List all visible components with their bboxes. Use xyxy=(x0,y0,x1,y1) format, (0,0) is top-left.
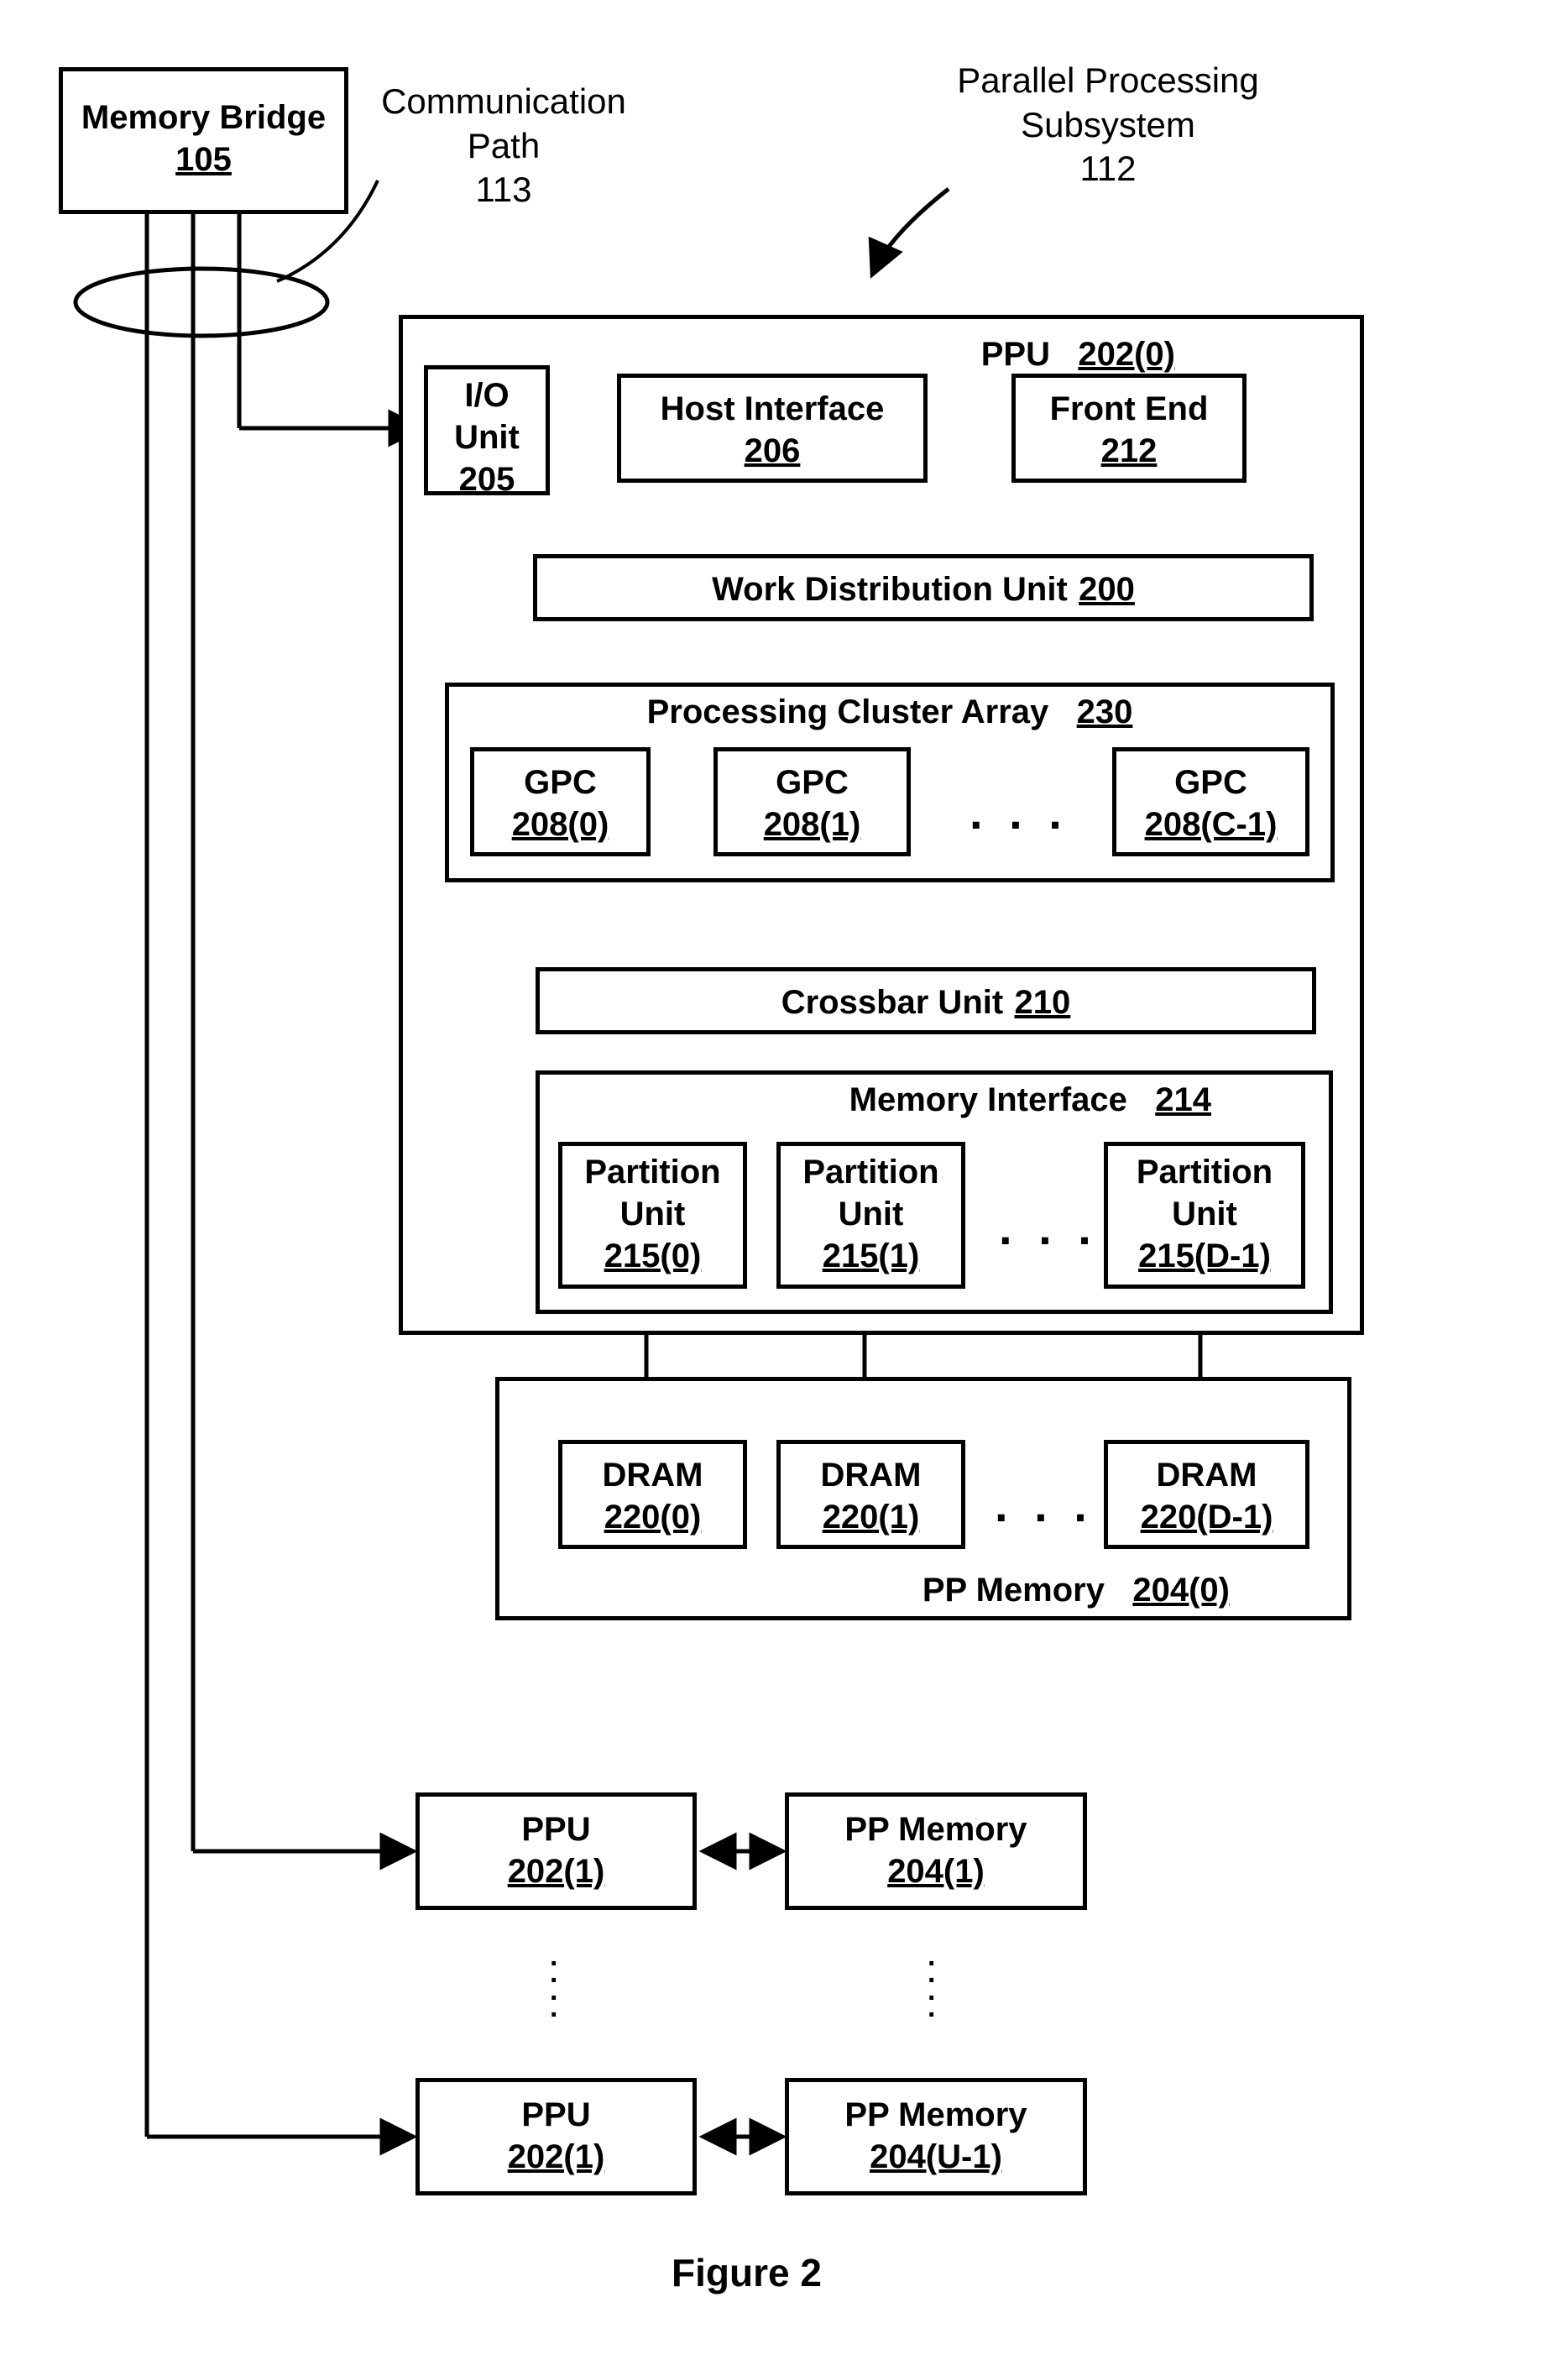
io-unit-block: I/O Unit 205 xyxy=(424,365,550,495)
gpcC-block: GPC 208(C-1) xyxy=(1112,747,1309,856)
memory-bridge-block: Memory Bridge 105 xyxy=(59,67,348,214)
pps-ref: 112 xyxy=(915,147,1301,191)
dram1-ref: 220(1) xyxy=(789,1496,953,1538)
dram0-block: DRAM 220(0) xyxy=(558,1440,747,1549)
memory-bridge-label: Memory Bridge xyxy=(71,97,336,139)
ppmem-vdots: .... xyxy=(928,1948,935,2017)
ppmemU-block: PP Memory 204(U-1) xyxy=(785,2078,1087,2195)
ppu0-title: PPU 202(0) xyxy=(981,336,1175,374)
pu0-block: Partition Unit 215(0) xyxy=(558,1142,747,1289)
memif-ref: 214 xyxy=(1155,1081,1211,1118)
ppu1-ref: 202(1) xyxy=(428,1850,684,1892)
gpc1-label: GPC xyxy=(726,761,898,803)
memory-bridge-ref: 105 xyxy=(71,139,336,181)
ppmem0-ref: 204(0) xyxy=(1132,1572,1230,1609)
io-unit-ref: 205 xyxy=(436,458,537,500)
pu0-label2: Unit xyxy=(571,1193,734,1235)
ppmemU-ref: 204(U-1) xyxy=(797,2136,1074,2178)
comm-path-text2: Path xyxy=(353,124,655,169)
ppu-last-ref: 202(1) xyxy=(428,2136,684,2178)
dram0-ref: 220(0) xyxy=(571,1496,734,1538)
dramD-ref: 220(D-1) xyxy=(1116,1496,1297,1538)
pps-text1: Parallel Processing xyxy=(915,59,1301,103)
diagram-stage: Memory Bridge 105 Communication Path 113… xyxy=(25,34,1543,2326)
host-interface-label: Host Interface xyxy=(630,388,915,430)
ppmem1-ref: 204(1) xyxy=(797,1850,1074,1892)
pu-ellipsis: . . . xyxy=(999,1201,1098,1255)
dram-ellipsis: . . . xyxy=(995,1478,1094,1532)
wdu-block: Work Distribution Unit 200 xyxy=(533,554,1314,621)
dram1-block: DRAM 220(1) xyxy=(776,1440,965,1549)
ppmemU-label: PP Memory xyxy=(797,2094,1074,2136)
front-end-ref: 212 xyxy=(1024,430,1234,472)
ppu-last-block: PPU 202(1) xyxy=(416,2078,697,2195)
host-interface-block: Host Interface 206 xyxy=(617,374,928,483)
pu1-block: Partition Unit 215(1) xyxy=(776,1142,965,1289)
gpcC-ref: 208(C-1) xyxy=(1125,803,1297,845)
wdu-label: Work Distribution Unit xyxy=(712,571,1068,608)
wdu-ref: 200 xyxy=(1079,571,1135,608)
figure-caption: Figure 2 xyxy=(672,2250,822,2295)
puD-block: Partition Unit 215(D-1) xyxy=(1104,1142,1305,1289)
pu1-label2: Unit xyxy=(789,1193,953,1235)
gpc0-block: GPC 208(0) xyxy=(470,747,651,856)
gpc1-ref: 208(1) xyxy=(726,803,898,845)
memif-title: Memory Interface 214 xyxy=(849,1081,1211,1119)
pu1-ref: 215(1) xyxy=(789,1235,953,1277)
pca-ref: 230 xyxy=(1077,693,1133,730)
gpc1-block: GPC 208(1) xyxy=(713,747,911,856)
dramD-label: DRAM xyxy=(1116,1454,1297,1496)
memif-label: Memory Interface xyxy=(849,1081,1127,1118)
io-unit-label2: Unit xyxy=(436,416,537,458)
gpc0-ref: 208(0) xyxy=(483,803,638,845)
ppu0-ref: 202(0) xyxy=(1078,336,1175,373)
gpcC-label: GPC xyxy=(1125,761,1297,803)
puD-label2: Unit xyxy=(1116,1193,1293,1235)
io-unit-label1: I/O xyxy=(436,374,537,416)
communication-path-label: Communication Path 113 xyxy=(353,80,655,212)
ppu-last-label: PPU xyxy=(428,2094,684,2136)
ppmem1-label: PP Memory xyxy=(797,1808,1074,1850)
puD-ref: 215(D-1) xyxy=(1116,1235,1293,1277)
ppu0-label: PPU xyxy=(981,336,1050,373)
crossbar-label: Crossbar Unit xyxy=(781,984,1004,1021)
dram0-label: DRAM xyxy=(571,1454,734,1496)
pps-text2: Subsystem xyxy=(915,103,1301,148)
pca-label: Processing Cluster Array xyxy=(647,693,1049,730)
crossbar-ref: 210 xyxy=(1015,984,1071,1021)
ppmem0-title: PP Memory 204(0) xyxy=(923,1572,1230,1609)
dramD-block: DRAM 220(D-1) xyxy=(1104,1440,1309,1549)
ppu1-label: PPU xyxy=(428,1808,684,1850)
ppu-vdots: .... xyxy=(550,1948,557,2017)
pps-label: Parallel Processing Subsystem 112 xyxy=(915,59,1301,191)
pu0-label1: Partition xyxy=(571,1151,734,1193)
crossbar-block: Crossbar Unit 210 xyxy=(536,967,1316,1034)
puD-label1: Partition xyxy=(1116,1151,1293,1193)
ppmem1-block: PP Memory 204(1) xyxy=(785,1792,1087,1910)
gpc-ellipsis: . . . xyxy=(970,785,1069,840)
comm-path-ref: 113 xyxy=(353,168,655,212)
host-interface-ref: 206 xyxy=(630,430,915,472)
front-end-label: Front End xyxy=(1024,388,1234,430)
pu0-ref: 215(0) xyxy=(571,1235,734,1277)
pu1-label1: Partition xyxy=(789,1151,953,1193)
comm-path-text1: Communication xyxy=(353,80,655,124)
dram1-label: DRAM xyxy=(789,1454,953,1496)
front-end-block: Front End 212 xyxy=(1011,374,1247,483)
ppu1-block: PPU 202(1) xyxy=(416,1792,697,1910)
ppmem0-label: PP Memory xyxy=(923,1572,1105,1609)
gpc0-label: GPC xyxy=(483,761,638,803)
pca-title: Processing Cluster Array 230 xyxy=(449,693,1330,731)
